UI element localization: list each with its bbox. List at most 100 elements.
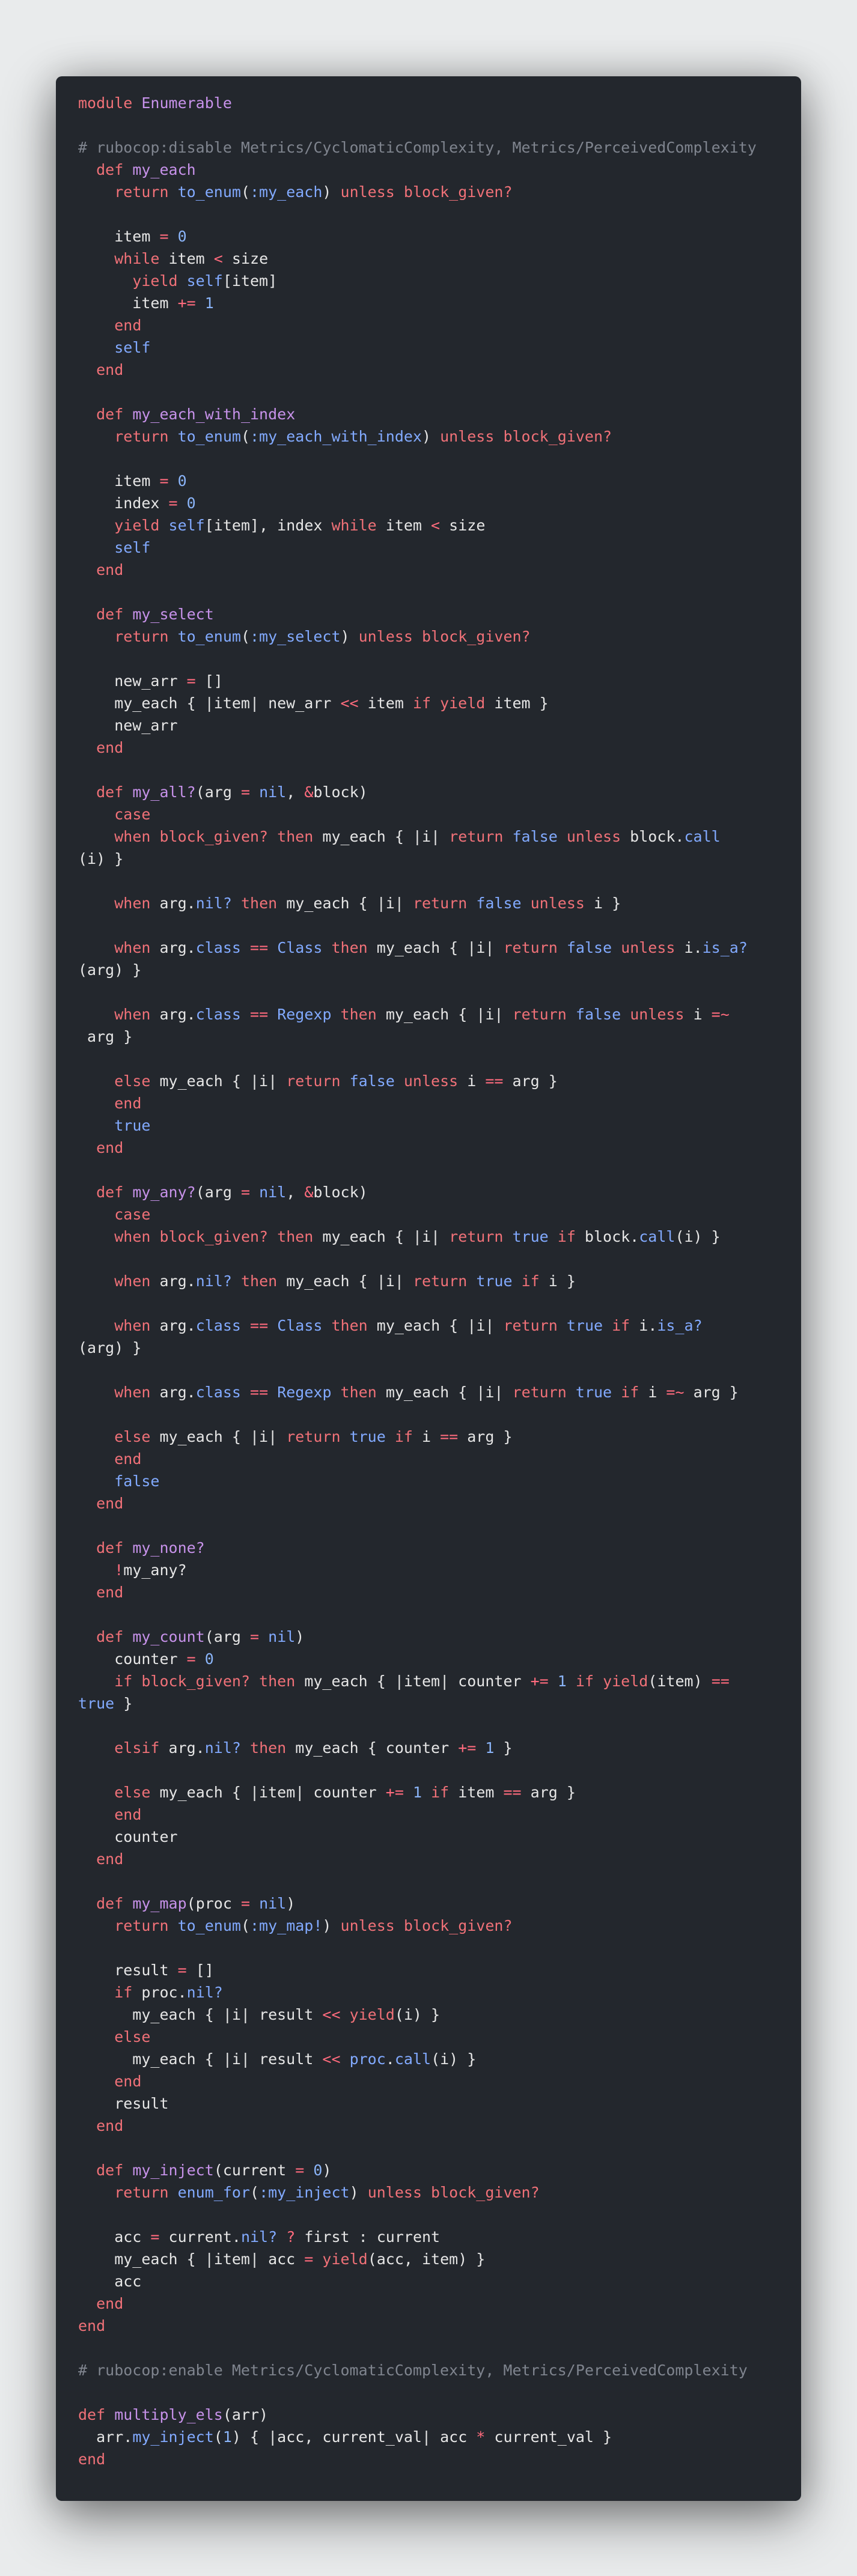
code-token-kw: unless (621, 939, 685, 956)
code-token-kw: when (114, 939, 160, 956)
code-token-plain: (arg) } (78, 1339, 142, 1356)
code-line: def multiply_els(arr) (78, 2404, 757, 2426)
code-line: def my_each (78, 159, 757, 181)
code-line: result = [] (78, 1959, 757, 1981)
code-token-kw: elsif (114, 1739, 169, 1757)
code-token-plain: current_val } (485, 2428, 612, 2446)
code-line: end (78, 2292, 757, 2315)
code-token-name: my_count (132, 1628, 205, 1645)
code-token-plain: my_each { |i| (159, 1428, 287, 1445)
code-token-plain: arg. (159, 1006, 196, 1023)
code-line: # rubocop:enable Metrics/CyclomaticCompl… (78, 2359, 757, 2381)
code-token-kw: def (96, 2161, 133, 2179)
code-token-plain: item (385, 517, 432, 534)
code-line: def my_all?(arg = nil, &block) (78, 781, 757, 803)
code-line: arg } (78, 1025, 757, 1048)
code-token-plain: i (648, 1384, 666, 1401)
code-token-method: nil? (240, 2228, 287, 2246)
code-token-num: 1 (204, 294, 214, 312)
code-line: acc = current.nil? ? first : current (78, 2226, 757, 2248)
code-line: module Enumerable (78, 92, 757, 114)
code-token-op: = (186, 672, 196, 690)
code-token-kw: then (240, 1272, 287, 1290)
code-token-kw: end (96, 1139, 124, 1156)
code-line: return to_enum(:my_map!) unless block_gi… (78, 1915, 757, 1937)
code-token-kw: then (240, 895, 287, 912)
code-token-plain: (i) } (394, 2006, 441, 2023)
code-token-kw: when (114, 1384, 160, 1401)
code-token-op: == (250, 939, 269, 956)
code-token-plain: i (693, 1006, 712, 1023)
code-token-op: & (304, 1183, 314, 1201)
code-token-kw: return (286, 1072, 350, 1090)
code-line: true } (78, 1692, 757, 1715)
code-token-kw: block_given? (141, 1672, 260, 1690)
code-token-plain: my_any? (123, 1561, 187, 1579)
code-token-method: nil? (195, 1272, 241, 1290)
code-token-plain: my_each { |i| result (78, 2006, 323, 2023)
code-token-plain: item (78, 228, 160, 245)
code-line: def my_select (78, 603, 757, 625)
code-token-kw: else (114, 1428, 160, 1445)
code-token-kw: if (557, 1228, 585, 1245)
code-line: when arg.class == Class then my_each { |… (78, 937, 757, 959)
code-token-method: false (349, 1072, 404, 1090)
code-token-plain: [] (186, 1961, 214, 1979)
code-token-kw: end (96, 561, 124, 579)
code-token-op: += (177, 294, 196, 312)
code-line: my_each { |i| result << proc.call(i) } (78, 2048, 757, 2070)
code-token-plain: item (458, 1784, 504, 1801)
code-token-plain: item (358, 694, 413, 712)
code-token-kw: end (114, 317, 142, 334)
code-block: module Enumerable # rubocop:disable Metr… (78, 92, 757, 2470)
code-token-kw: return (503, 1317, 567, 1334)
code-token-plain: result (78, 1961, 178, 1979)
code-token-kw: return (114, 183, 178, 201)
code-token-plain: arg. (159, 1272, 196, 1290)
code-token-plain: ) (421, 428, 441, 445)
code-token-comment: # rubocop:disable Metrics/CyclomaticComp… (78, 139, 757, 156)
code-token-plain: arg. (159, 895, 196, 912)
code-token-op: == (250, 1384, 269, 1401)
code-line: def my_any?(arg = nil, &block) (78, 1181, 757, 1203)
code-token-op: < (213, 250, 223, 267)
code-token-comment: # rubocop:enable Metrics/CyclomaticCompl… (78, 2362, 748, 2379)
code-token-kw: when (114, 1006, 160, 1023)
code-token-method: class (195, 939, 251, 956)
code-token-plain: arr. (78, 2428, 133, 2446)
code-line: end (78, 2115, 757, 2137)
code-line: arr.my_inject(1) { |acc, current_val| ac… (78, 2426, 757, 2448)
code-token-op: == (711, 1672, 730, 1690)
code-token-method: false (566, 939, 621, 956)
code-token-plain: ) (340, 628, 359, 645)
code-token-plain: arg } (458, 1428, 513, 1445)
code-token-plain: my_each { |i| (376, 1317, 504, 1334)
code-token-name: my_each_with_index (132, 406, 296, 423)
code-token-name: my_map (132, 1895, 187, 1912)
code-token-plain: size (440, 517, 486, 534)
code-token-kw: if (114, 1672, 142, 1690)
code-token-op: == (485, 1072, 504, 1090)
code-token-plain: acc (78, 2228, 151, 2246)
code-token-kw: else (114, 1784, 160, 1801)
code-token-op: < (431, 517, 441, 534)
